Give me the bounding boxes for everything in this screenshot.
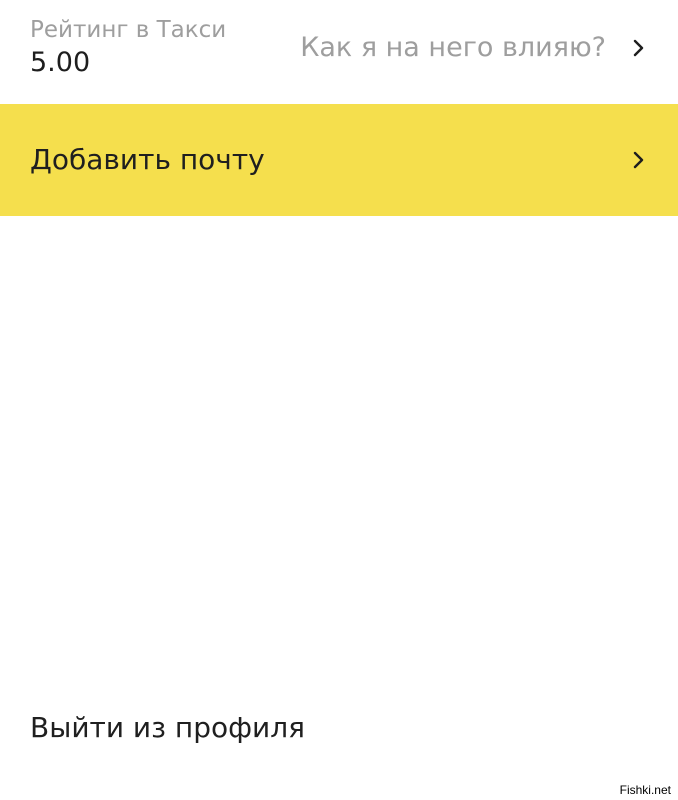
chevron-right-icon[interactable] <box>630 39 648 57</box>
watermark: Fishki.net <box>617 783 673 797</box>
logout-button[interactable]: Выйти из профиля <box>0 696 400 760</box>
chevron-right-icon[interactable] <box>630 151 648 169</box>
rating-row[interactable]: Рейтинг в Такси 5.00 Как я на него влияю… <box>0 0 678 104</box>
add-email-row[interactable]: Добавить почту <box>0 104 678 216</box>
rating-info-link[interactable]: Как я на него влияю? <box>300 30 606 66</box>
rating-value: 5.00 <box>30 47 91 78</box>
add-email-label: Добавить почту <box>30 143 265 176</box>
logout-label: Выйти из профиля <box>30 711 305 744</box>
rating-label: Рейтинг в Такси <box>30 17 227 43</box>
